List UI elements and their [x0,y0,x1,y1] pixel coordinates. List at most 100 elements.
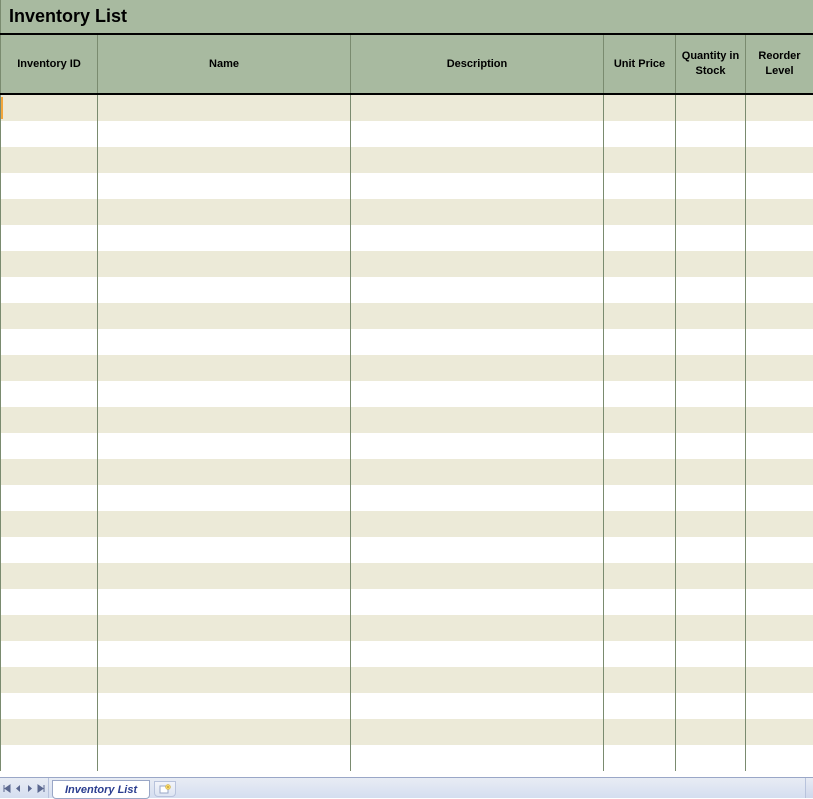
table-cell[interactable] [603,745,675,771]
table-cell[interactable] [0,693,97,719]
table-cell[interactable] [675,459,745,485]
table-cell[interactable] [675,95,745,121]
table-cell[interactable] [0,407,97,433]
table-cell[interactable] [745,719,813,745]
table-cell[interactable] [675,511,745,537]
table-cell[interactable] [603,329,675,355]
table-row[interactable] [0,173,813,199]
table-cell[interactable] [675,303,745,329]
table-cell[interactable] [675,615,745,641]
col-header-unit-price[interactable]: Unit Price [603,35,675,93]
table-cell[interactable] [745,589,813,615]
table-cell[interactable] [350,615,603,641]
nav-prev-button[interactable] [13,779,24,798]
table-cell[interactable] [675,329,745,355]
table-cell[interactable] [0,563,97,589]
table-row[interactable] [0,433,813,459]
table-cell[interactable] [675,121,745,147]
table-cell[interactable] [603,537,675,563]
table-row[interactable] [0,407,813,433]
table-row[interactable] [0,589,813,615]
table-row[interactable] [0,329,813,355]
table-cell[interactable] [675,485,745,511]
table-cell[interactable] [675,667,745,693]
table-cell[interactable] [603,355,675,381]
table-cell[interactable] [350,511,603,537]
table-cell[interactable] [0,251,97,277]
table-cell[interactable] [745,381,813,407]
table-cell[interactable] [0,277,97,303]
table-cell[interactable] [603,225,675,251]
table-cell[interactable] [97,329,350,355]
table-cell[interactable] [97,641,350,667]
table-cell[interactable] [675,641,745,667]
table-cell[interactable] [603,667,675,693]
table-cell[interactable] [603,589,675,615]
table-cell[interactable] [745,225,813,251]
table-row[interactable] [0,147,813,173]
table-cell[interactable] [0,615,97,641]
table-cell[interactable] [97,173,350,199]
table-cell[interactable] [745,407,813,433]
table-cell[interactable] [0,121,97,147]
table-cell[interactable] [350,173,603,199]
nav-last-button[interactable] [35,779,46,798]
table-cell[interactable] [0,95,97,121]
table-cell[interactable] [745,615,813,641]
table-cell[interactable] [745,537,813,563]
table-cell[interactable] [745,303,813,329]
table-row[interactable] [0,199,813,225]
table-cell[interactable] [350,381,603,407]
table-cell[interactable] [350,329,603,355]
col-header-quantity-in-stock[interactable]: Quantity in Stock [675,35,745,93]
table-cell[interactable] [675,225,745,251]
table-cell[interactable] [97,485,350,511]
table-cell[interactable] [97,459,350,485]
table-cell[interactable] [745,329,813,355]
table-cell[interactable] [675,433,745,459]
table-cell[interactable] [603,615,675,641]
table-cell[interactable] [675,147,745,173]
table-cell[interactable] [0,173,97,199]
table-cell[interactable] [350,537,603,563]
table-row[interactable] [0,667,813,693]
table-cell[interactable] [97,277,350,303]
table-cell[interactable] [675,537,745,563]
table-row[interactable] [0,251,813,277]
table-row[interactable] [0,95,813,121]
col-header-inventory-id[interactable]: Inventory ID [0,35,97,93]
table-cell[interactable] [0,303,97,329]
table-cell[interactable] [97,693,350,719]
sheet-tab-inventory-list[interactable]: Inventory List [52,780,150,799]
table-cell[interactable] [350,95,603,121]
table-cell[interactable] [97,147,350,173]
table-cell[interactable] [350,459,603,485]
table-cell[interactable] [745,433,813,459]
table-cell[interactable] [745,693,813,719]
table-cell[interactable] [603,381,675,407]
table-cell[interactable] [350,667,603,693]
table-cell[interactable] [745,459,813,485]
col-header-name[interactable]: Name [97,35,350,93]
table-cell[interactable] [350,563,603,589]
table-cell[interactable] [350,433,603,459]
table-cell[interactable] [603,693,675,719]
table-cell[interactable] [0,433,97,459]
table-cell[interactable] [350,745,603,771]
table-row[interactable] [0,459,813,485]
table-cell[interactable] [0,589,97,615]
table-cell[interactable] [603,199,675,225]
table-cell[interactable] [0,641,97,667]
table-cell[interactable] [745,485,813,511]
table-cell[interactable] [745,95,813,121]
table-cell[interactable] [97,251,350,277]
table-cell[interactable] [675,199,745,225]
table-cell[interactable] [97,95,350,121]
col-header-reorder-level[interactable]: Reorder Level [745,35,813,93]
table-cell[interactable] [603,511,675,537]
table-cell[interactable] [0,459,97,485]
table-row[interactable] [0,277,813,303]
table-cell[interactable] [603,303,675,329]
table-cell[interactable] [97,355,350,381]
table-cell[interactable] [350,251,603,277]
